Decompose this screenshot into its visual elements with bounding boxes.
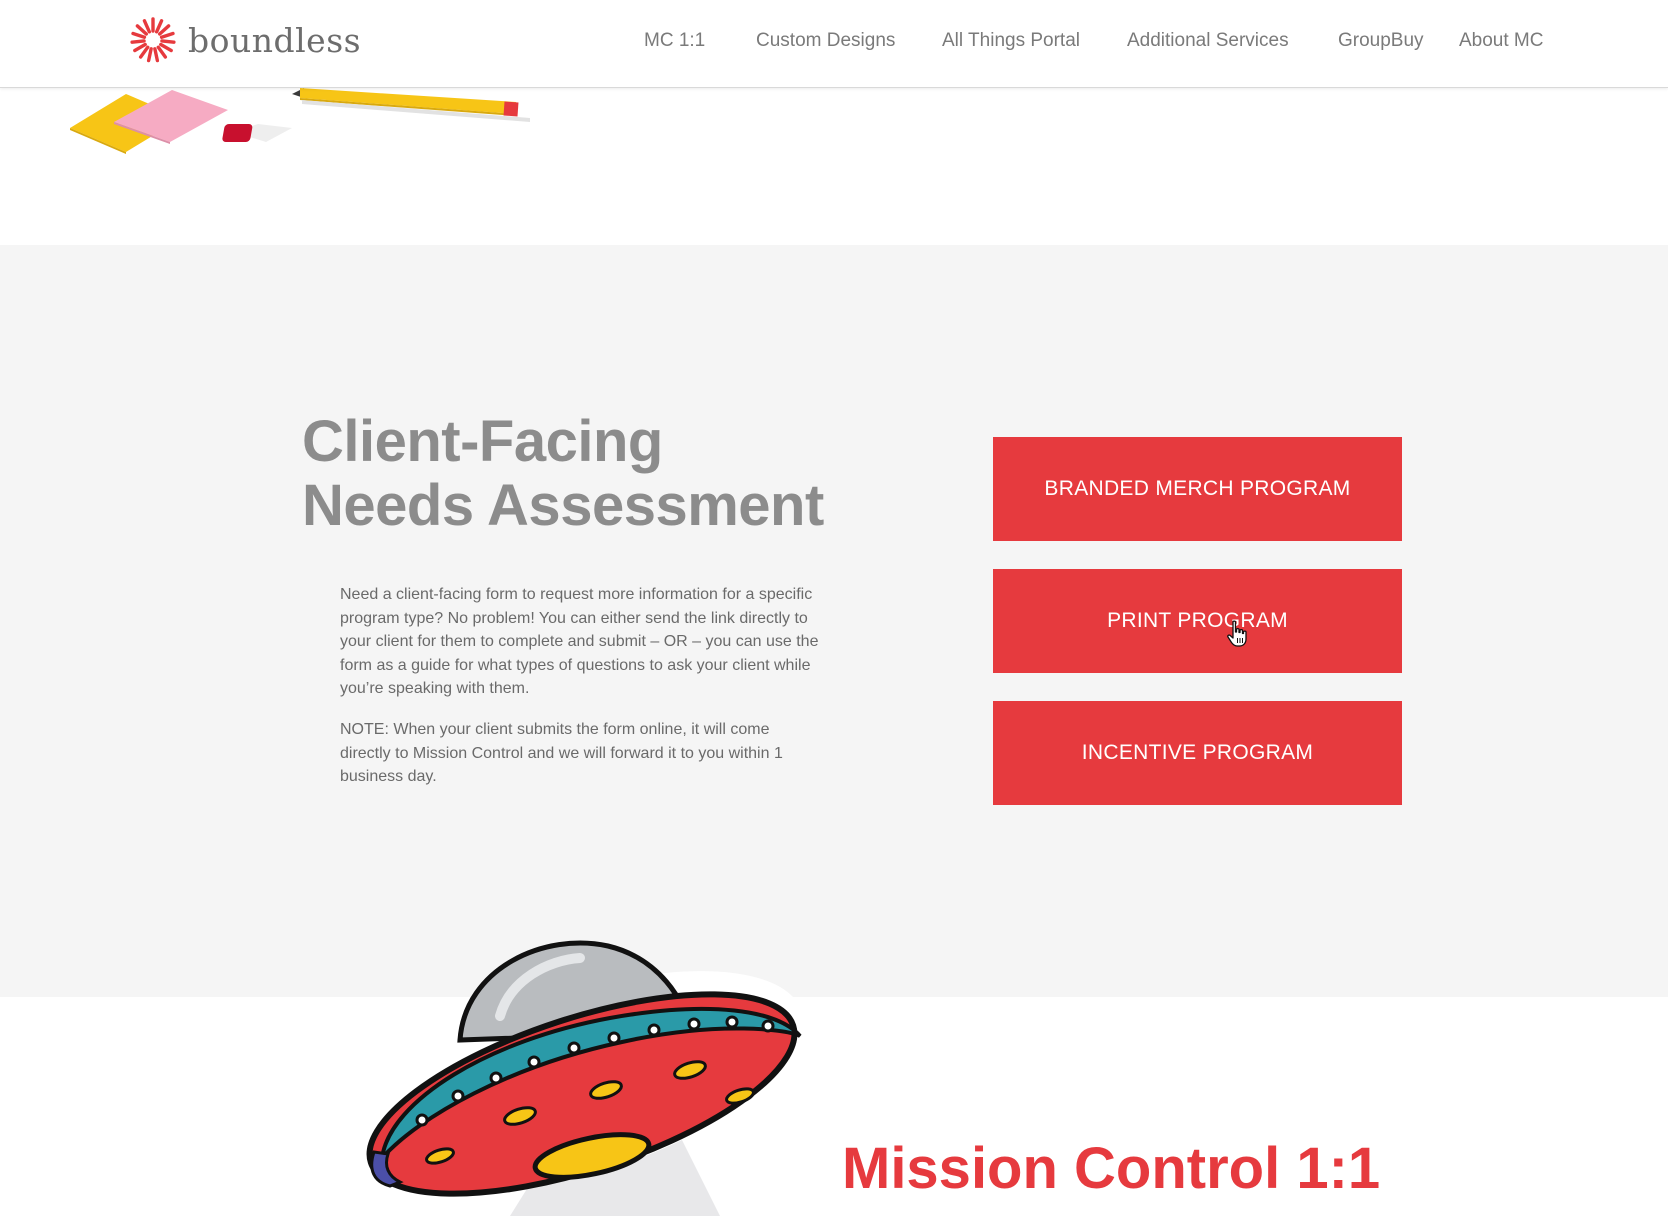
nav-all-things-portal[interactable]: All Things Portal <box>942 30 1080 52</box>
assessment-note: NOTE: When your client submits the form … <box>340 721 783 785</box>
boundless-logo[interactable]: boundless <box>128 14 361 66</box>
nav-custom-designs[interactable]: Custom Designs <box>756 30 895 52</box>
needs-assessment-title: Client-Facing Needs Assessment <box>302 410 824 538</box>
nav-mc-1-1[interactable]: MC 1:1 <box>644 30 705 52</box>
nav-additional-services[interactable]: Additional Services <box>1127 30 1289 52</box>
hand-pointer-cursor-icon <box>1227 620 1247 647</box>
nav-about-mc[interactable]: About MC <box>1459 30 1543 52</box>
ufo-illustration <box>366 940 804 1216</box>
logo-wordmark: boundless <box>188 20 362 60</box>
site-header: boundless MC 1:1 Custom Designs All Thin… <box>0 0 1668 88</box>
print-program-button[interactable]: PRINT PROGRAM <box>993 569 1402 673</box>
needs-assessment-section <box>0 245 1668 997</box>
desk-supplies-illustration <box>70 88 530 154</box>
starburst-logo-icon <box>130 17 176 63</box>
title-line-2: Needs Assessment <box>302 473 824 538</box>
branded-merch-program-button[interactable]: BRANDED MERCH PROGRAM <box>993 437 1402 541</box>
assessment-description: Need a client-facing form to request mor… <box>340 586 819 697</box>
title-line-1: Client-Facing <box>302 409 663 474</box>
nav-groupbuy[interactable]: GroupBuy <box>1338 30 1424 52</box>
incentive-program-button[interactable]: INCENTIVE PROGRAM <box>993 701 1402 805</box>
mission-control-title: Mission Control 1:1 <box>842 1136 1381 1201</box>
